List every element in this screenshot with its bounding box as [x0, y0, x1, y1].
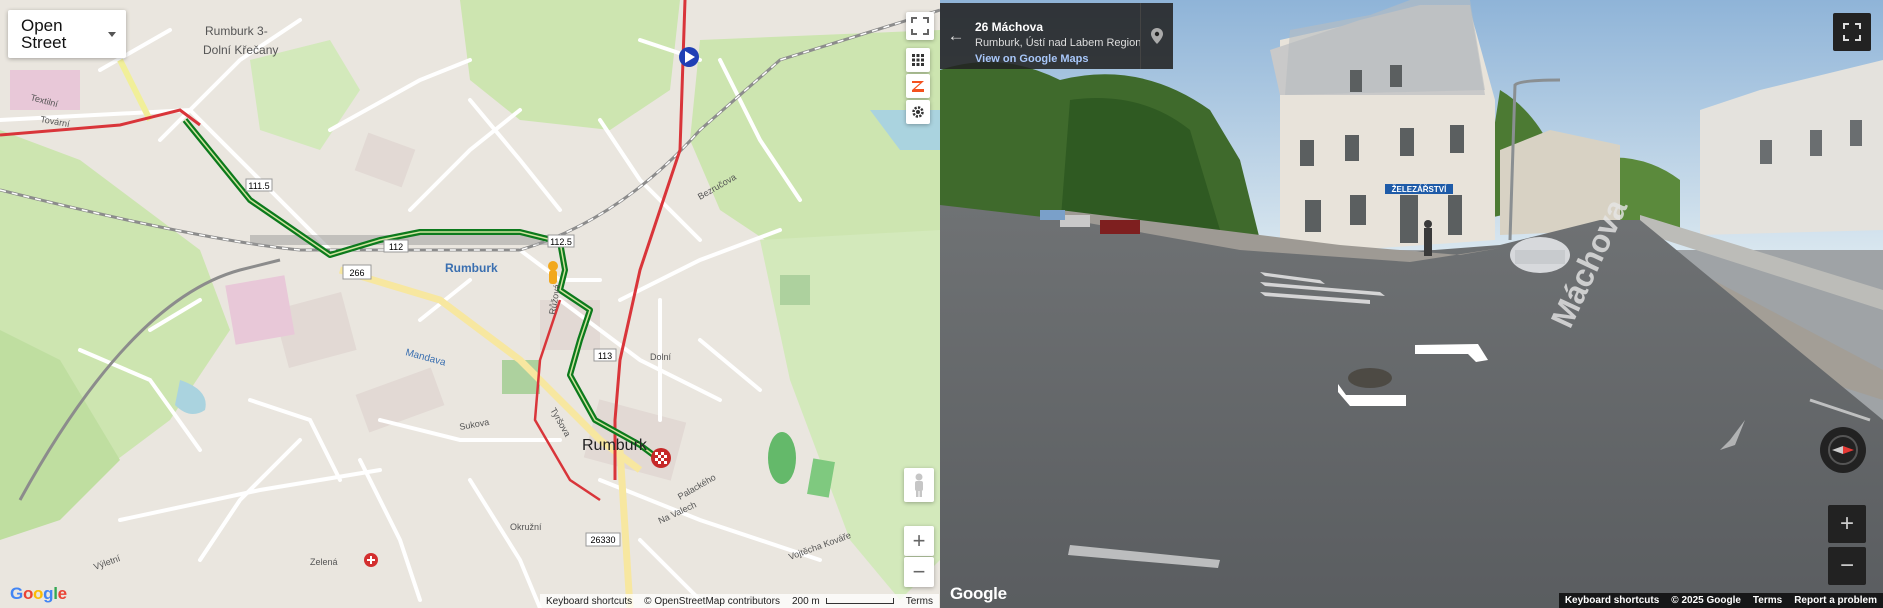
pegman-position-icon[interactable]: [548, 261, 558, 284]
sv-zoom-in-button[interactable]: +: [1828, 505, 1866, 543]
street-view-pane[interactable]: ŽELEZÁŘSTVÍ Máchova ← 26 Máchova Rumburk…: [940, 0, 1883, 608]
scale-bar: [825, 598, 894, 604]
road-shield-112-5: 112.5: [550, 237, 572, 247]
fullscreen-icon: [1843, 23, 1861, 41]
district-label-line2: Dolní Křečany: [203, 43, 278, 57]
location-pin-icon: [1151, 28, 1163, 44]
map-type-selector[interactable]: Open Street: [8, 10, 126, 58]
town-label: Rumburk: [582, 437, 648, 454]
address-card: ← 26 Máchova Rumburk, Ústí nad Labem Reg…: [940, 3, 1173, 69]
strava-button[interactable]: [906, 74, 930, 98]
chevron-down-icon: [108, 32, 116, 37]
map-type-label: Open Street: [21, 16, 67, 52]
checkered-flag-icon[interactable]: [651, 448, 671, 468]
pegman-button[interactable]: [904, 468, 934, 502]
address-subtitle: Rumburk, Ústí nad Labem Region: [975, 37, 1142, 49]
osm-attribution[interactable]: © OpenStreetMap contributors: [638, 596, 786, 607]
layers-button[interactable]: [906, 48, 930, 72]
road-shield-111-5: 111.5: [248, 181, 269, 191]
keyboard-shortcuts-link[interactable]: Keyboard shortcuts: [540, 596, 638, 607]
address-title: 26 Máchova: [975, 20, 1044, 34]
road-shield-26330: 26330: [590, 535, 615, 545]
sv-google-logo[interactable]: Google: [950, 584, 1007, 604]
grid-icon: [912, 54, 924, 66]
scale-label[interactable]: 200 m: [786, 596, 826, 607]
district-label-line1: Rumburk 3-: [205, 24, 268, 38]
map-pane[interactable]: 266 112 112.5 111.5 113 26330 Rumburk 3-…: [0, 0, 940, 608]
sv-terms-link[interactable]: Terms: [1747, 595, 1788, 606]
street-label-okruzni: Okružní: [510, 522, 542, 532]
hospital-icon: [364, 553, 378, 567]
street-label-dolni: Dolní: [650, 352, 672, 362]
settings-button[interactable]: [906, 100, 930, 124]
sv-keyboard-shortcuts-link[interactable]: Keyboard shortcuts: [1559, 595, 1665, 606]
road-shield-113: 113: [598, 351, 612, 361]
street-view-panorama[interactable]: ŽELEZÁŘSTVÍ Máchova: [940, 0, 1883, 608]
compass-icon: [1828, 435, 1858, 465]
compass-button[interactable]: [1820, 427, 1866, 473]
sv-copyright: © 2025 Google: [1671, 595, 1741, 606]
fullscreen-button[interactable]: [906, 12, 934, 40]
terms-link[interactable]: Terms: [900, 596, 939, 607]
street-label-zelena: Zelená: [310, 557, 338, 567]
map-attribution-bar: Keyboard shortcuts © OpenStreetMap contr…: [540, 594, 939, 608]
google-logo[interactable]: Google: [10, 584, 67, 604]
zoom-in-button[interactable]: +: [904, 526, 934, 556]
pegman-icon: [915, 473, 923, 497]
shop-sign: ŽELEZÁŘSTVÍ: [1392, 185, 1447, 194]
play-marker-icon[interactable]: [679, 47, 699, 67]
sv-attribution-bar: Keyboard shortcuts © 2025 Google Terms R…: [1558, 593, 1883, 608]
location-pin-button[interactable]: [1140, 3, 1173, 69]
z-logo-icon: [912, 81, 924, 92]
gear-icon: [912, 106, 924, 118]
back-arrow-icon[interactable]: ←: [940, 3, 972, 69]
fullscreen-icon: [911, 17, 929, 35]
road-shield-112: 112: [389, 242, 403, 252]
sv-fullscreen-button[interactable]: [1833, 13, 1871, 51]
sv-zoom-out-button[interactable]: −: [1828, 547, 1866, 585]
view-on-maps-link[interactable]: View on Google Maps: [975, 53, 1088, 65]
station-label: Rumburk: [445, 261, 498, 275]
osm-map-canvas[interactable]: 266 112 112.5 111.5 113 26330 Rumburk 3-…: [0, 0, 940, 608]
road-shield-266: 266: [349, 268, 364, 278]
zoom-out-button[interactable]: −: [904, 557, 934, 587]
report-problem-link[interactable]: Report a problem: [1788, 595, 1883, 606]
